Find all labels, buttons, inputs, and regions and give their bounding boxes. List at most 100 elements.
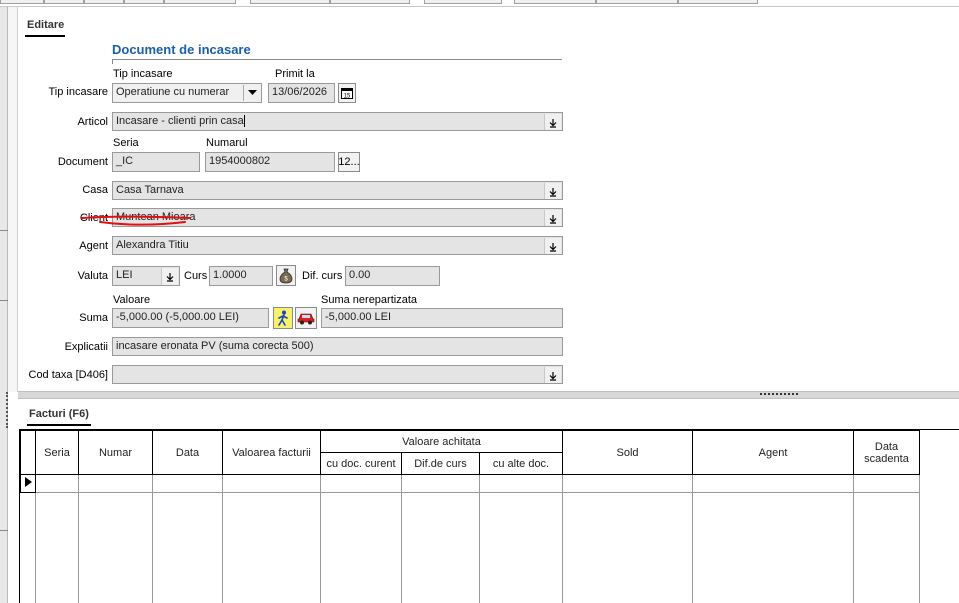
cell-empty xyxy=(479,492,563,603)
column-header-dif-de-curs[interactable]: Dif.de curs xyxy=(401,452,480,475)
cell-cu-doc-curent[interactable] xyxy=(320,474,402,493)
toolbar-segment[interactable] xyxy=(0,0,44,4)
agent-value: Alexandra Titiu xyxy=(116,239,189,251)
cell-numar[interactable] xyxy=(78,474,153,493)
toolbar-segment[interactable] xyxy=(250,0,330,4)
money-bag-button[interactable]: $ xyxy=(276,265,296,286)
toolbar-segment[interactable] xyxy=(164,0,236,4)
car-icon xyxy=(297,313,315,325)
form-title: Document de incasare xyxy=(112,42,251,57)
explicatii-label: Explicatii xyxy=(64,341,108,353)
cell-empty xyxy=(562,492,693,603)
chevron-down-icon[interactable] xyxy=(544,210,561,226)
column-header-agent[interactable]: Agent xyxy=(692,430,854,475)
suma-field[interactable]: -5,000.00 (-5,000.00 LEI) xyxy=(112,308,269,328)
column-header-numar[interactable]: Numar xyxy=(78,430,153,475)
data-scadenta-line2: scadenta xyxy=(864,452,909,465)
suma-nerepartizata-field[interactable]: -5,000.00 LEI xyxy=(321,308,563,328)
tip-incasare-caption: Tip incasare xyxy=(113,68,173,80)
tip-incasare-select[interactable]: Operatiune cu numerar xyxy=(112,83,262,103)
car-button[interactable] xyxy=(295,307,317,329)
cell-empty xyxy=(692,492,854,603)
primit-la-caption: Primit la xyxy=(275,68,315,80)
document-number-button[interactable]: 12... xyxy=(338,152,360,172)
cell-valoarea-facturii[interactable] xyxy=(222,474,321,493)
suma-nerepartizata-value: -5,000.00 LEI xyxy=(325,311,392,323)
articol-value: Incasare - clienti prin casa xyxy=(116,115,244,127)
vertical-splitter[interactable] xyxy=(8,7,18,392)
valoare-caption: Valoare xyxy=(113,294,151,306)
document-numar-field[interactable]: 1954000802 xyxy=(205,152,335,172)
cell-cu-alte-doc[interactable] xyxy=(479,474,563,493)
cell-empty xyxy=(20,492,36,603)
cell-dif-de-curs[interactable] xyxy=(401,474,480,493)
chevron-down-icon[interactable] xyxy=(243,85,260,101)
tab-editare[interactable]: Editare xyxy=(27,19,64,31)
toolbar-segment[interactable] xyxy=(514,0,596,4)
column-header-cu-doc-curent[interactable]: cu doc. curent xyxy=(320,452,402,475)
valuta-value: LEI xyxy=(116,269,133,281)
document-label: Document xyxy=(57,156,108,168)
chevron-down-icon[interactable] xyxy=(544,183,561,199)
invoices-grid[interactable]: Seria Numar Data Valoarea facturii Valoa… xyxy=(19,429,959,603)
column-header-sold[interactable]: Sold xyxy=(562,430,693,475)
document-seria-field[interactable]: _IC xyxy=(112,152,200,172)
agent-field[interactable]: Alexandra Titiu xyxy=(112,236,563,255)
toolbar-segment[interactable] xyxy=(330,0,410,4)
splitter-grip[interactable] xyxy=(6,392,10,428)
chevron-down-icon[interactable] xyxy=(161,268,178,285)
column-header-seria[interactable]: Seria xyxy=(35,430,79,475)
invoices-table: Seria Numar Data Valoarea facturii Valoa… xyxy=(20,430,920,603)
column-header-valoarea-facturii[interactable]: Valoarea facturii xyxy=(222,430,321,475)
table-row[interactable] xyxy=(20,474,920,493)
dif-curs-value: 0.00 xyxy=(349,269,371,281)
valuta-label: Valuta xyxy=(77,270,108,282)
form-title-divider-tick xyxy=(112,59,113,64)
walking-person-icon xyxy=(278,310,288,326)
splitter-grip[interactable] xyxy=(760,393,798,396)
toolbar-segment[interactable] xyxy=(424,0,502,4)
primit-la-field[interactable]: 13/06/2026 xyxy=(268,83,335,103)
calendar-button[interactable]: 15 xyxy=(338,83,356,103)
cell-empty xyxy=(320,492,402,603)
toolbar-segment[interactable] xyxy=(84,0,124,4)
column-header-data-scadenta[interactable]: Data scadenta xyxy=(853,430,920,475)
cell-data-scadenta[interactable] xyxy=(853,474,920,493)
tab-editare-underline xyxy=(25,35,65,37)
cell-agent[interactable] xyxy=(692,474,854,493)
chevron-down-icon[interactable] xyxy=(544,367,561,383)
left-panel-divider xyxy=(0,230,8,231)
dif-curs-field[interactable]: 0.00 xyxy=(345,266,440,286)
curs-value: 1.0000 xyxy=(213,269,247,281)
toolbar-segment[interactable] xyxy=(44,0,84,4)
cell-empty xyxy=(78,492,153,603)
toolbar-segment[interactable] xyxy=(678,0,758,4)
chevron-down-icon[interactable] xyxy=(544,114,561,130)
walker-button[interactable] xyxy=(273,307,293,329)
toolbar-segment[interactable] xyxy=(124,0,164,4)
tab-facturi[interactable]: Facturi (F6) xyxy=(29,408,89,420)
column-header-cu-alte-doc[interactable]: cu alte doc. xyxy=(479,452,563,475)
row-indicator-header xyxy=(20,430,36,475)
cell-data[interactable] xyxy=(152,474,223,493)
chevron-down-icon[interactable] xyxy=(544,238,561,254)
tab-facturi-underline xyxy=(27,424,91,426)
valuta-select[interactable]: LEI xyxy=(112,266,180,286)
cell-empty xyxy=(152,492,223,603)
horizontal-splitter[interactable] xyxy=(18,391,959,399)
document-numar-value: 1954000802 xyxy=(209,155,271,167)
articol-field[interactable]: Incasare - clienti prin casa xyxy=(112,112,563,131)
column-header-data[interactable]: Data xyxy=(152,430,223,475)
cell-sold[interactable] xyxy=(562,474,693,493)
left-panel-divider xyxy=(0,530,8,531)
cell-seria[interactable] xyxy=(35,474,79,493)
explicatii-field[interactable]: incasare eronata PV (suma corecta 500) xyxy=(112,337,563,356)
toolbar-segment[interactable] xyxy=(596,0,678,4)
document-seria-value: _IC xyxy=(116,155,134,167)
curs-field[interactable]: 1.0000 xyxy=(209,266,273,286)
current-row-arrow-icon xyxy=(24,477,32,487)
cell-empty xyxy=(222,492,321,603)
form-title-divider xyxy=(112,59,562,60)
casa-field[interactable]: Casa Tarnava xyxy=(112,181,563,200)
cod-taxa-field[interactable] xyxy=(112,365,563,384)
